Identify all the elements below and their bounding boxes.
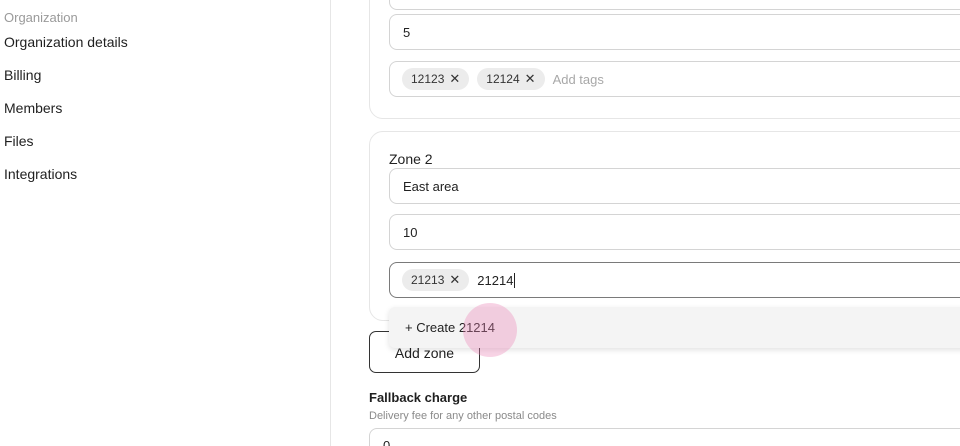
zone-2-price-value: 10 <box>403 224 418 240</box>
tag-chip-label: 12124 <box>486 72 520 86</box>
sidebar-item-organization-details[interactable]: Organization details <box>4 34 128 50</box>
sidebar-item-integrations[interactable]: Integrations <box>4 166 77 182</box>
sidebar-section-label: Organization <box>4 10 78 25</box>
fallback-charge-value: 0 <box>383 438 391 446</box>
zone-2-name-field[interactable]: East area <box>389 168 960 204</box>
zone-1-tags-field[interactable]: 12123 ✕ 12124 ✕ Add tags <box>389 61 960 97</box>
tag-chip: 12124 ✕ <box>477 68 545 90</box>
close-icon[interactable]: ✕ <box>525 71 536 87</box>
zone-1-name-field[interactable] <box>389 0 960 10</box>
settings-sidebar: Organization Organization details Billin… <box>0 0 331 446</box>
tag-chip: 21213 ✕ <box>402 269 470 291</box>
zone-1-price-field[interactable]: 5 <box>389 14 960 50</box>
zone-2-title: Zone 2 <box>389 151 433 167</box>
tag-chip: 12123 ✕ <box>402 68 470 90</box>
close-icon[interactable]: ✕ <box>449 272 460 288</box>
sidebar-item-billing[interactable]: Billing <box>4 67 41 83</box>
tag-chip-label: 12123 <box>411 72 445 86</box>
tag-chip-label: 21213 <box>411 273 445 287</box>
tags-input-placeholder: Add tags <box>552 71 604 87</box>
zone-2-price-field[interactable]: 10 <box>389 214 960 250</box>
sidebar-item-files[interactable]: Files <box>4 133 34 149</box>
fallback-charge-description: Delivery fee for any other postal codes <box>369 410 557 422</box>
fallback-charge-title: Fallback charge <box>369 390 468 405</box>
zone-2-tags-field[interactable]: 21213 ✕ 21214 <box>389 262 960 298</box>
fallback-charge-field[interactable]: 0 <box>369 428 960 446</box>
main-content: 5 12123 ✕ 12124 ✕ Add tags Zone 2 East a… <box>332 0 960 446</box>
text-caret <box>514 272 516 288</box>
click-highlight <box>463 303 517 357</box>
close-icon[interactable]: ✕ <box>449 71 460 87</box>
zone-1-price-value: 5 <box>403 24 411 40</box>
sidebar-item-members[interactable]: Members <box>4 100 62 116</box>
tags-input-typed-text[interactable]: 21214 <box>477 273 513 288</box>
zone-2-name-value: East area <box>403 178 459 194</box>
